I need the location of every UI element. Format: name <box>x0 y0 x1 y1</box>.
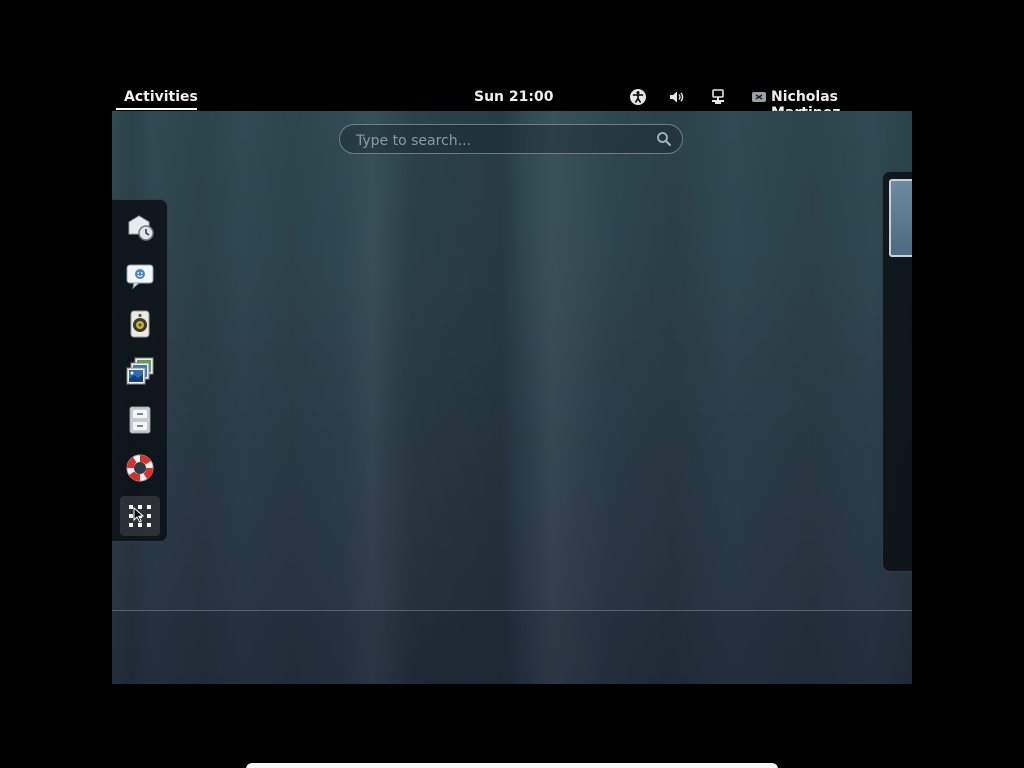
user-offline-icon[interactable] <box>750 88 768 106</box>
speaker-icon <box>130 310 150 338</box>
message-tray-area <box>112 611 912 684</box>
mouse-pointer-icon <box>133 506 145 523</box>
dash-item-shotwell[interactable] <box>120 352 160 392</box>
network-wired-icon[interactable] <box>709 88 727 106</box>
bottom-edge-element <box>246 763 778 768</box>
activities-indicator <box>116 108 197 110</box>
activities-button[interactable]: Activities <box>124 89 198 105</box>
tray-divider <box>112 610 912 611</box>
clock[interactable]: Sun 21:00 <box>474 89 553 105</box>
screen: Activities Sun 21:00 Nicholas Martinez <box>0 0 1024 768</box>
mail-clock-icon <box>128 215 154 241</box>
search-input[interactable] <box>354 130 648 152</box>
volume-icon[interactable] <box>668 88 686 106</box>
dash-show-applications[interactable] <box>120 496 160 536</box>
file-cabinet-icon <box>129 406 151 434</box>
chat-bubble-icon <box>126 264 154 290</box>
dash <box>112 199 168 542</box>
workspace-switcher[interactable] <box>882 171 912 572</box>
dash-item-files[interactable] <box>120 400 160 440</box>
top-bar: Activities Sun 21:00 Nicholas Martinez <box>112 84 912 121</box>
dash-item-evolution[interactable] <box>120 208 160 248</box>
lifebuoy-icon <box>126 454 154 482</box>
search-icon <box>657 132 671 146</box>
dash-item-rhythmbox[interactable] <box>120 304 160 344</box>
app-grid-icon <box>129 505 151 527</box>
dash-item-help[interactable] <box>120 448 160 488</box>
search-box[interactable] <box>339 124 683 154</box>
overview-background <box>112 111 912 684</box>
accessibility-icon[interactable] <box>629 88 647 106</box>
dash-item-empathy[interactable] <box>120 256 160 296</box>
photos-icon <box>126 357 154 385</box>
workspace-thumbnail[interactable] <box>889 179 912 257</box>
